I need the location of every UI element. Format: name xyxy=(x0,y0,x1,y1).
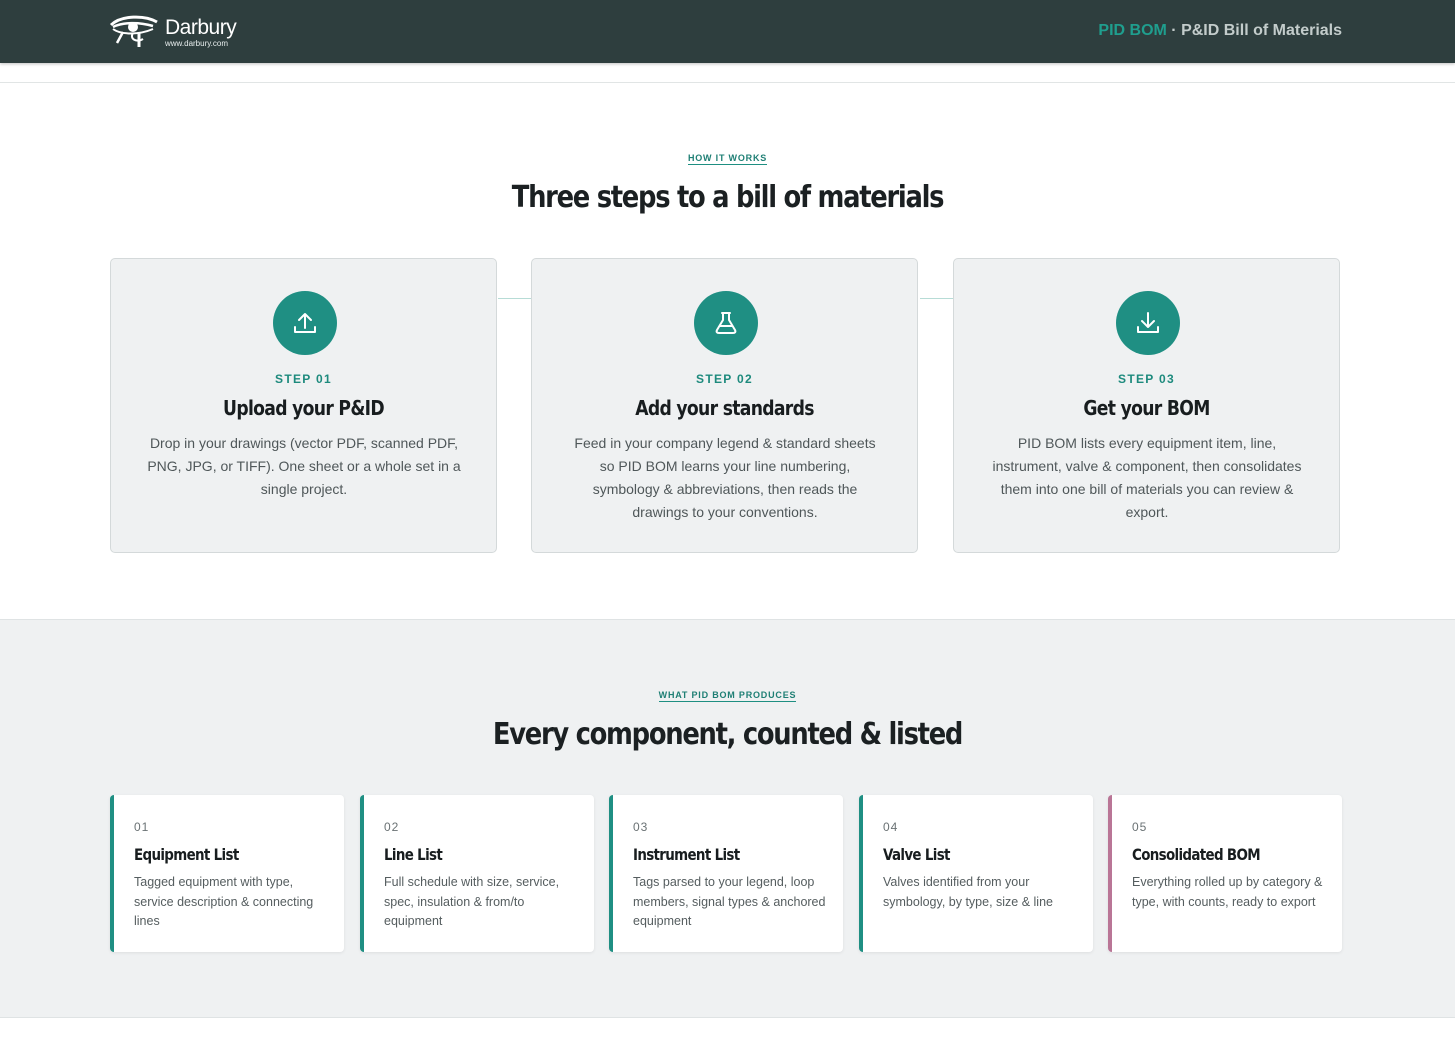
output-number: 02 xyxy=(384,820,400,834)
step-connector xyxy=(498,298,531,299)
step-card-get-bom: STEP 03 Get your BOM PID BOM lists every… xyxy=(953,258,1340,553)
output-number: 03 xyxy=(633,820,649,834)
step-card-upload: STEP 01 Upload your P&ID Drop in your dr… xyxy=(110,258,497,553)
step-title: Upload your P&ID xyxy=(223,396,385,420)
output-card-equipment-list: 01 Equipment List Tagged equipment with … xyxy=(110,795,344,952)
logo-url: www.darbury.com xyxy=(165,39,228,48)
produces-heading: Every component, counted & listed xyxy=(492,717,963,752)
output-title: Instrument List xyxy=(633,845,740,864)
output-title: Equipment List xyxy=(134,845,239,864)
output-number: 05 xyxy=(1132,820,1148,834)
step-title: Add your standards xyxy=(635,396,814,420)
app-subtitle: · P&ID Bill of Materials xyxy=(1166,22,1342,39)
output-description: Tagged equipment with type, service desc… xyxy=(134,875,314,928)
how-it-works-heading: Three steps to a bill of materials xyxy=(511,180,945,215)
produces-eyebrow-text: WHAT PID BOM PRODUCES xyxy=(658,690,797,702)
output-title: Consolidated BOM xyxy=(1132,845,1261,864)
step-card-standards: STEP 02 Add your standards Feed in your … xyxy=(531,258,918,553)
app-title: PID BOM · P&ID Bill of Materials xyxy=(1098,22,1342,40)
step-icon-circle xyxy=(1116,291,1180,355)
output-card-line-list: 02 Line List Full schedule with size, se… xyxy=(360,795,594,952)
logo-wordmark: Darbury xyxy=(165,16,237,39)
produces-eyebrow: WHAT PID BOM PRODUCES xyxy=(0,690,1455,702)
step-label: STEP 03 xyxy=(1118,372,1175,386)
step-label: STEP 01 xyxy=(275,372,332,386)
step-icon-circle xyxy=(273,291,337,355)
eye-of-horus-icon xyxy=(109,15,158,47)
step-label: STEP 02 xyxy=(696,372,753,386)
output-card-consolidated-bom: 05 Consolidated BOM Everything rolled up… xyxy=(1108,795,1342,952)
output-title: Line List xyxy=(384,845,443,864)
download-icon xyxy=(1137,312,1159,333)
output-description: Full schedule with size, service, spec, … xyxy=(384,875,560,928)
page: Darbury www.darbury.com PID BOM · P&ID B… xyxy=(0,0,1455,1046)
darbury-logo[interactable]: Darbury www.darbury.com xyxy=(109,12,249,52)
step-description: Feed in your company legend & standard s… xyxy=(574,435,876,520)
output-description: Valves identified from your symbology, b… xyxy=(883,875,1053,909)
next-section-edge xyxy=(0,1017,1455,1046)
how-it-works-eyebrow: HOW IT WORKS xyxy=(0,153,1455,165)
upload-icon xyxy=(294,313,316,333)
output-card-instrument-list: 03 Instrument List Tags parsed to your l… xyxy=(609,795,843,952)
output-card-valve-list: 04 Valve List Valves identified from you… xyxy=(859,795,1093,952)
how-it-works-eyebrow-text: HOW IT WORKS xyxy=(687,153,768,165)
output-description: Tags parsed to your legend, loop members… xyxy=(633,875,826,928)
output-description: Everything rolled up by category & type,… xyxy=(1132,875,1323,909)
output-number: 04 xyxy=(883,820,899,834)
step-description: Drop in your drawings (vector PDF, scann… xyxy=(147,435,461,497)
output-number: 01 xyxy=(134,820,150,834)
output-title: Valve List xyxy=(883,845,950,864)
app-brand: PID BOM xyxy=(1098,22,1167,39)
step-icon-circle xyxy=(694,291,758,355)
step-connector xyxy=(920,298,953,299)
top-navigation-bar: Darbury www.darbury.com PID BOM · P&ID B… xyxy=(0,0,1455,63)
step-title: Get your BOM xyxy=(1083,396,1210,420)
flask-icon xyxy=(715,312,737,334)
section-divider xyxy=(0,82,1455,83)
step-description: PID BOM lists every equipment item, line… xyxy=(992,435,1302,520)
